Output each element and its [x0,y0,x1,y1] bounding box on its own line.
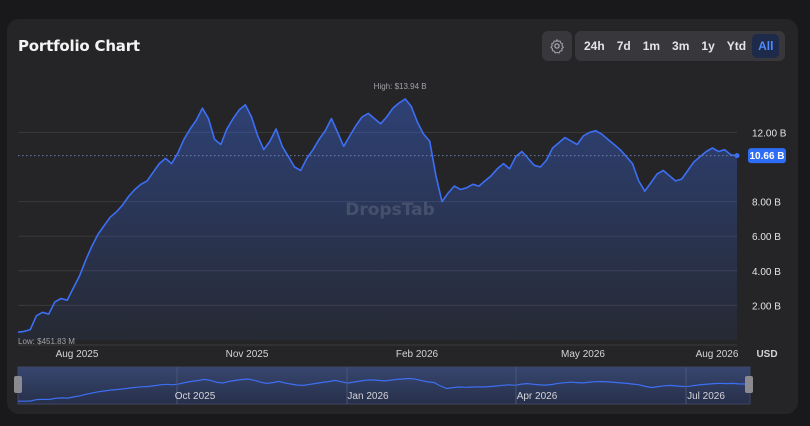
navigator-x-tick-label: Jul 2026 [687,391,725,402]
x-tick-label: Aug 2026 [696,349,739,360]
y-tick-label: 4.00 B [752,267,781,278]
navigator-right-handle[interactable] [745,376,753,393]
x-tick-label: Feb 2026 [396,349,439,360]
current-value-point [734,153,740,159]
y-tick-label: 2.00 B [752,301,781,312]
navigator-x-tick-label: Apr 2026 [517,391,558,402]
y-unit-label: USD [756,349,777,360]
y-tick-label: 8.00 B [752,198,781,209]
high-label: High: $13.94 B [374,82,427,91]
navigator-x-tick-label: Jan 2026 [347,391,389,402]
current-value-label: 10.66 B [749,151,784,162]
navigator-x-tick-label: Oct 2025 [175,391,216,402]
y-tick-label: 12.00 B [752,128,787,139]
low-label: Low: $451.83 M [18,337,75,346]
navigator-left-handle[interactable] [14,376,22,393]
x-tick-label: Aug 2025 [56,349,99,360]
x-tick-label: May 2026 [561,349,605,360]
y-tick-label: 6.00 B [752,232,781,243]
x-tick-label: Nov 2025 [226,349,269,360]
portfolio-chart: 2.00 B 4.00 B 6.00 B 8.00 B 12.00 B DropsTab H… [14,82,787,405]
watermark: DropsTab [345,200,435,220]
